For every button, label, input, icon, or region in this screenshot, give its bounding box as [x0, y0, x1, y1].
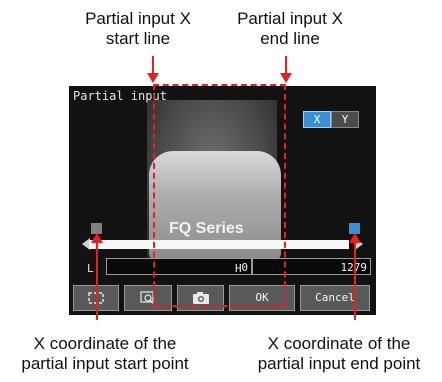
cancel-button[interactable]: Cancel	[300, 285, 370, 311]
start-line-arrow-icon	[147, 73, 159, 83]
end-line-arrow-icon	[280, 73, 292, 83]
start-point-arrow-shaft	[96, 242, 98, 320]
x-axis-button[interactable]: X	[303, 111, 331, 128]
start-line-caption: Partial input X start line	[48, 9, 228, 49]
start-line-caption-line1: Partial input X	[85, 9, 191, 28]
start-point-caption-line1: X coordinate of the	[33, 334, 177, 353]
start-point-caption-line2: partial input start point	[21, 354, 189, 373]
start-line-arrow-shaft	[152, 56, 154, 74]
end-point-arrow-shaft	[354, 242, 356, 320]
partial-input-region-outline	[153, 84, 286, 307]
end-line-arrow-shaft	[285, 56, 287, 74]
start-line-caption-line2: start line	[105, 29, 171, 48]
end-point-caption-line1: X coordinate of the	[267, 334, 411, 353]
end-line-caption-line2: end line	[260, 29, 320, 48]
start-point-caption: X coordinate of the partial input start …	[5, 334, 205, 374]
end-point-caption: X coordinate of the partial input end po…	[240, 334, 438, 374]
l-label: L	[87, 262, 94, 275]
y-axis-button[interactable]: Y	[331, 111, 359, 128]
end-line-caption: Partial input X end line	[215, 9, 365, 49]
end-line-caption-line1: Partial input X	[237, 9, 343, 28]
end-point-caption-line2: partial input end point	[257, 354, 421, 373]
